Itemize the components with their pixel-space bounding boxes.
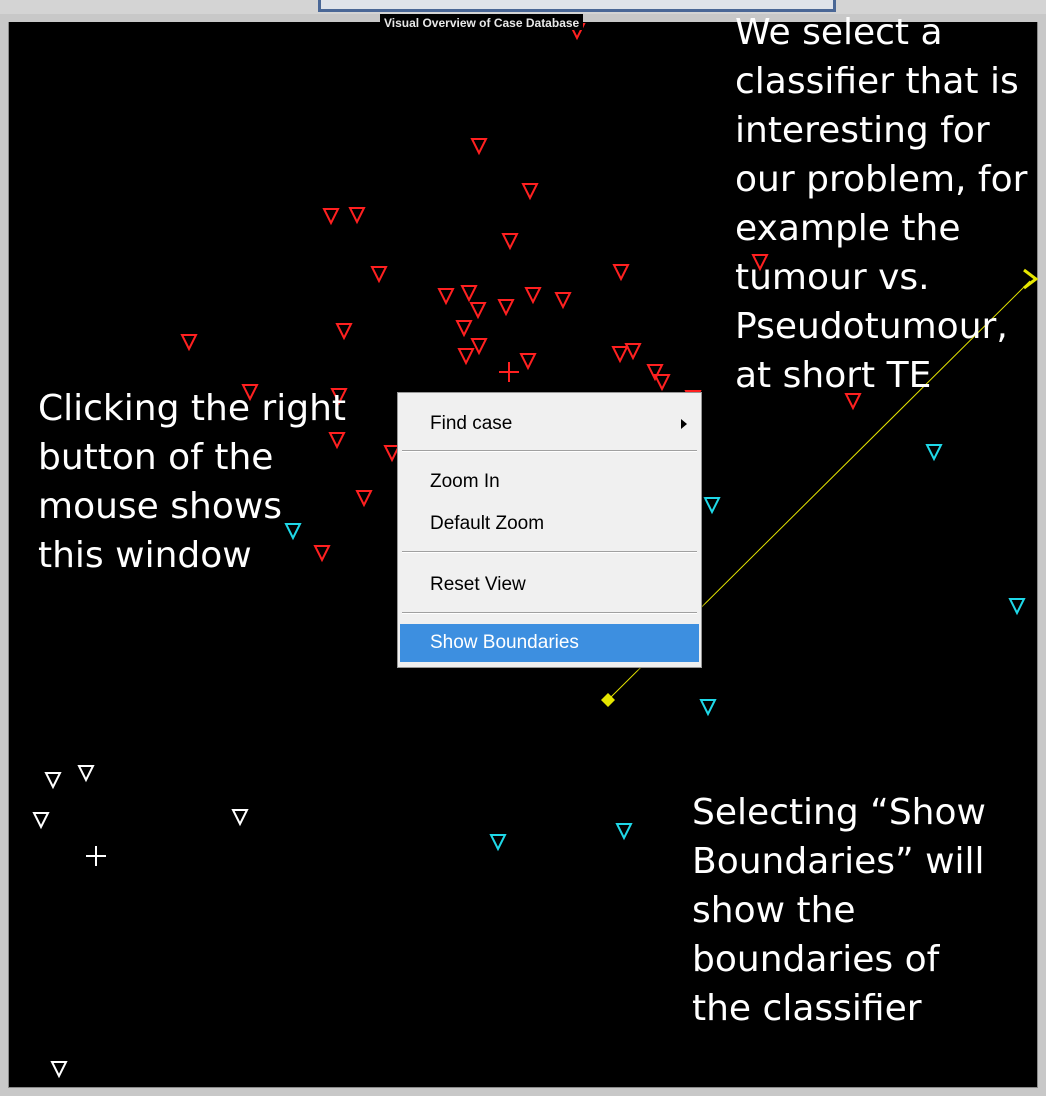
case-marker-white[interactable] — [50, 1061, 68, 1079]
case-marker-cyan[interactable] — [699, 699, 717, 717]
case-marker-red[interactable] — [611, 346, 629, 364]
panel-title: Visual Overview of Case Database — [384, 16, 580, 30]
case-marker-red[interactable] — [437, 288, 455, 306]
case-marker-red[interactable] — [519, 353, 537, 371]
annotation-show-boundaries: Selecting “Show Boundaries” will show th… — [692, 792, 986, 1029]
case-marker-red[interactable] — [322, 208, 340, 226]
menu-item-reset-view[interactable]: Reset View — [400, 566, 699, 604]
annotation-select-classifier: We select a classifier that is interesti… — [735, 12, 1028, 396]
case-marker-red[interactable] — [524, 287, 542, 305]
case-marker-white[interactable] — [44, 772, 62, 790]
case-marker-red[interactable] — [624, 343, 642, 361]
case-marker-red[interactable] — [554, 292, 572, 310]
case-marker-red[interactable] — [470, 338, 488, 356]
menu-item-find-case[interactable]: Find case — [400, 405, 699, 443]
case-marker-red[interactable] — [470, 138, 488, 156]
case-marker-red[interactable] — [460, 285, 478, 303]
case-marker-white[interactable] — [77, 765, 95, 783]
plus-icon — [499, 362, 519, 382]
plus-icon — [86, 846, 106, 866]
menu-item-default-zoom[interactable]: Default Zoom — [400, 505, 699, 543]
case-marker-red[interactable] — [348, 207, 366, 225]
case-marker-red[interactable] — [370, 266, 388, 284]
case-marker-red[interactable] — [521, 183, 539, 201]
menu-item-label: Default Zoom — [430, 513, 545, 534]
case-marker-cyan[interactable] — [925, 444, 943, 462]
case-marker-white[interactable] — [32, 812, 50, 830]
case-marker-red[interactable] — [180, 334, 198, 352]
menu-item-show-boundaries[interactable]: Show Boundaries — [400, 624, 699, 662]
case-marker-red[interactable] — [612, 264, 630, 282]
case-marker-red[interactable] — [497, 299, 515, 317]
context-menu: Find case Zoom In Default Zoom Reset Vie… — [397, 392, 702, 668]
menu-item-zoom-in[interactable]: Zoom In — [400, 463, 699, 501]
menu-item-label: Show Boundaries — [430, 632, 579, 653]
case-marker-cyan[interactable] — [1008, 598, 1026, 616]
panel-title-box: Visual Overview of Case Database — [380, 14, 584, 30]
menu-separator — [402, 612, 697, 614]
annotation-right-click: Clicking the right button of the mouse s… — [38, 388, 347, 576]
menu-separator — [402, 551, 697, 553]
case-marker-red[interactable] — [457, 348, 475, 366]
chevron-right-icon — [681, 419, 687, 429]
menu-item-label: Zoom In — [430, 471, 500, 492]
case-marker-red[interactable] — [469, 302, 487, 320]
case-marker-cyan[interactable] — [703, 497, 721, 515]
case-marker-red[interactable] — [501, 233, 519, 251]
menu-separator — [402, 450, 697, 452]
case-marker-red[interactable] — [335, 323, 353, 341]
case-marker-red[interactable] — [455, 320, 473, 338]
menu-item-label: Find case — [430, 413, 513, 434]
case-marker-cyan[interactable] — [489, 834, 507, 852]
case-marker-red[interactable] — [653, 374, 671, 392]
case-marker-white[interactable] — [231, 809, 249, 827]
menu-item-label: Reset View — [430, 574, 526, 595]
case-marker-cyan[interactable] — [615, 823, 633, 841]
